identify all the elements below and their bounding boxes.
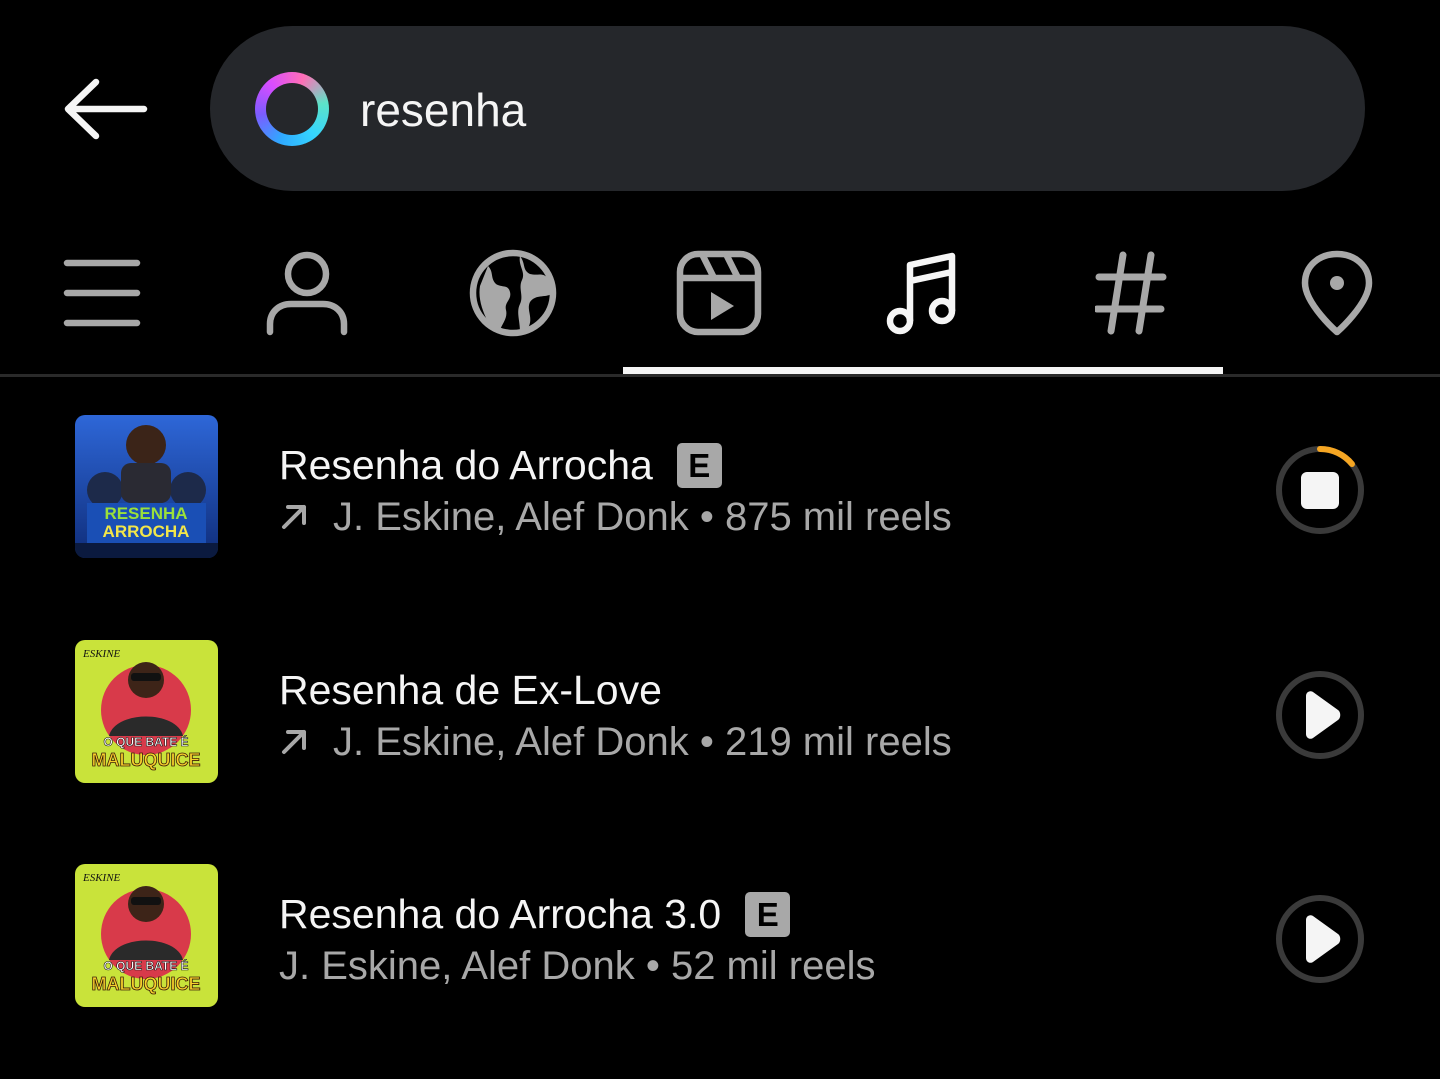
tab-accounts[interactable]: [252, 238, 362, 348]
album-cover: ESKINE O QUE BATE É MALUQUICE: [75, 864, 218, 1007]
search-input[interactable]: [360, 78, 1320, 142]
track-subtitle: J. Eskine, Alef Donk • 875 mil reels: [333, 495, 952, 539]
tab-places-globe[interactable]: [458, 238, 568, 348]
list-item[interactable]: ESKINE O QUE BATE É MALUQUICE Resenha do…: [0, 864, 1440, 1009]
album-cover: RESENHA ARROCHA: [75, 415, 218, 558]
meta-ai-ring-icon[interactable]: [255, 72, 329, 146]
audio-search-screen: RESENHA ARROCHA Resenha do Arrocha E J. …: [0, 0, 1440, 1079]
person-icon: [266, 251, 348, 336]
hashtag-icon: [1095, 251, 1167, 335]
cover-text: MALUQUICE: [92, 974, 201, 994]
cover-text: RESENHA: [104, 504, 187, 523]
selected-tab-indicator: [623, 367, 1223, 374]
album-cover: ESKINE O QUE BATE É MALUQUICE: [75, 640, 218, 783]
trending-arrow-icon: [282, 730, 306, 754]
location-pin-icon: [1301, 250, 1373, 336]
tab-tags[interactable]: [1076, 238, 1186, 348]
play-icon: [1276, 895, 1364, 983]
explicit-badge: E: [745, 891, 791, 937]
cover-text: O QUE BATE É: [103, 734, 188, 749]
cover-text: ESKINE: [82, 648, 121, 660]
explicit-badge: E: [676, 442, 722, 488]
play-button[interactable]: [1275, 894, 1365, 984]
tab-audio[interactable]: [868, 238, 978, 348]
stop-button[interactable]: [1275, 445, 1365, 535]
cover-text: MALUQUICE: [92, 750, 201, 770]
cover-text: ARROCHA: [103, 522, 190, 541]
tab-reels[interactable]: [664, 238, 774, 348]
tabs-divider: [0, 374, 1440, 377]
music-note-icon: [886, 252, 956, 335]
track-title: Resenha do Arrocha: [279, 442, 653, 488]
menu-icon: [63, 259, 141, 327]
arrow-left-icon: [64, 78, 148, 140]
track-title: Resenha do Arrocha 3.0: [279, 891, 722, 937]
trending-arrow-icon: [282, 505, 306, 529]
list-item[interactable]: ESKINE O QUE BATE É MALUQUICE Resenha de…: [0, 640, 1440, 785]
cover-text: O QUE BATE É: [103, 958, 188, 973]
globe-icon: [469, 249, 557, 337]
play-icon: [1276, 671, 1364, 759]
track-subtitle: J. Eskine, Alef Donk • 219 mil reels: [333, 720, 952, 764]
track-title: Resenha de Ex-Love: [279, 667, 662, 713]
stop-icon: [1276, 445, 1364, 534]
play-button[interactable]: [1275, 670, 1365, 760]
reels-icon: [676, 250, 762, 336]
tab-top[interactable]: [47, 238, 157, 348]
cover-text: ESKINE: [82, 872, 121, 884]
back-button[interactable]: [58, 74, 150, 144]
list-item[interactable]: RESENHA ARROCHA Resenha do Arrocha E J. …: [0, 415, 1440, 560]
track-subtitle: J. Eskine, Alef Donk • 52 mil reels: [279, 944, 876, 988]
tab-locations[interactable]: [1282, 238, 1392, 348]
